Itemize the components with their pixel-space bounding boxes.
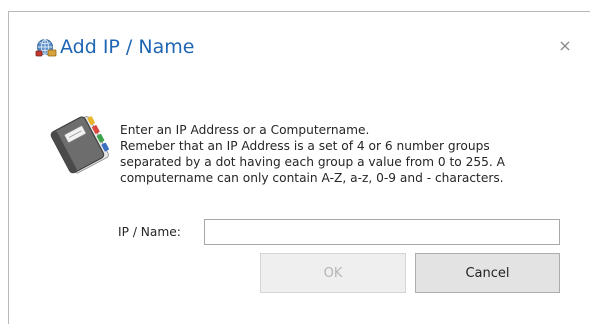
instructions-line: separated by a dot having each group a v… [120,155,505,169]
address-book-icon [50,116,109,174]
cancel-button[interactable]: Cancel [415,253,560,293]
instructions-line: Remeber that an IP Address is a set of 4… [120,139,490,153]
ok-button[interactable]: OK [260,253,406,293]
globe-network-icon [35,39,57,57]
instructions-line: computername can only contain A-Z, a-z, … [120,171,504,185]
dialog-border-left [8,11,9,324]
close-button[interactable]: × [556,36,574,56]
add-ip-name-dialog: Add IP / Name × Enter an IP Address or a… [0,0,590,324]
ip-name-label: IP / Name: [118,225,181,239]
instructions-line: Enter an IP Address or a Computername. [120,123,370,137]
instructions-text: Enter an IP Address or a Computername. R… [120,122,560,186]
dialog-title: Add IP / Name [60,36,195,58]
ip-name-input[interactable] [204,219,560,245]
dialog-border-top [8,11,590,12]
